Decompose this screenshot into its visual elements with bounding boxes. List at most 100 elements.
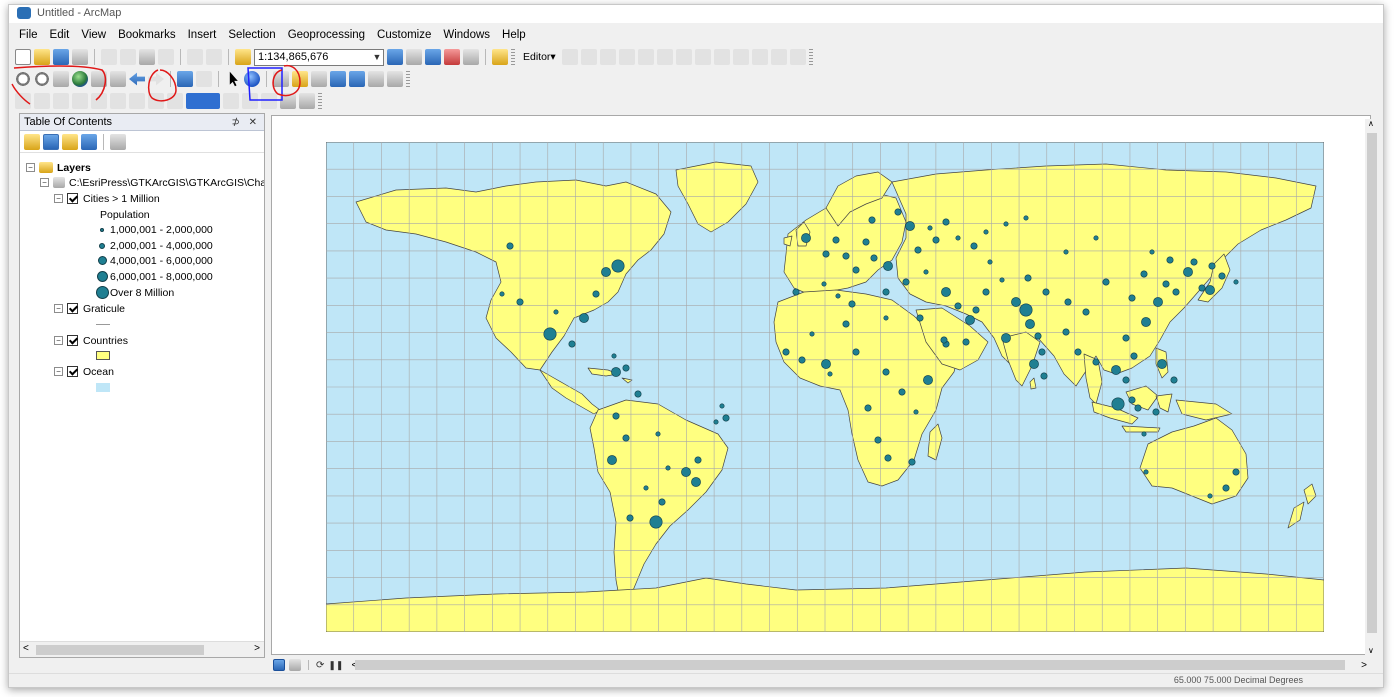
city-point[interactable]: [1162, 280, 1170, 288]
pan-hand-icon[interactable]: [53, 71, 69, 87]
city-point[interactable]: [916, 314, 924, 322]
city-point[interactable]: [1042, 288, 1050, 296]
edit-tool-icon[interactable]: [561, 49, 578, 65]
scroll-down-icon[interactable]: ∨: [1368, 646, 1374, 655]
city-point[interactable]: [870, 254, 878, 262]
edit-annotation-icon[interactable]: [580, 49, 597, 65]
city-point[interactable]: [1141, 317, 1151, 327]
find-route-icon[interactable]: [330, 71, 346, 87]
collapse-icon[interactable]: −: [54, 304, 63, 313]
attributes-icon[interactable]: [751, 49, 768, 65]
data-driven-pages-icon[interactable]: [242, 93, 258, 109]
city-point[interactable]: [1208, 262, 1216, 270]
fixed-zoom-in-icon[interactable]: [91, 71, 107, 87]
city-point[interactable]: [1222, 484, 1230, 492]
save-icon[interactable]: [53, 49, 69, 65]
city-point[interactable]: [970, 242, 978, 250]
layout-view-icon[interactable]: [289, 659, 301, 671]
city-point[interactable]: [923, 375, 933, 385]
zoom-100-icon[interactable]: [91, 93, 107, 109]
collapse-icon[interactable]: −: [54, 194, 63, 203]
city-point[interactable]: [864, 404, 872, 412]
city-point[interactable]: [1063, 249, 1069, 255]
menu-file[interactable]: File: [19, 28, 38, 42]
scroll-thumb[interactable]: [1367, 133, 1377, 633]
city-point[interactable]: [848, 300, 856, 308]
city-point[interactable]: [923, 269, 929, 275]
city-point[interactable]: [691, 477, 701, 487]
cut-icon[interactable]: [101, 49, 117, 65]
city-point[interactable]: [1122, 334, 1130, 342]
scroll-thumb[interactable]: [36, 645, 204, 655]
split-tool-icon[interactable]: [656, 49, 673, 65]
city-point[interactable]: [649, 515, 663, 529]
end-point-arc-icon[interactable]: [618, 49, 635, 65]
city-point[interactable]: [983, 229, 989, 235]
city-point[interactable]: [1064, 298, 1072, 306]
toc-row-layers[interactable]: − Layers: [26, 160, 91, 175]
city-point[interactable]: [568, 340, 576, 348]
arctoolbox-icon[interactable]: [444, 49, 460, 65]
city-point[interactable]: [1082, 308, 1090, 316]
city-point[interactable]: [1183, 267, 1193, 277]
city-point[interactable]: [1190, 258, 1198, 266]
toc-row-countries[interactable]: − Countries: [54, 333, 128, 348]
city-point[interactable]: [1128, 396, 1136, 404]
city-point[interactable]: [1172, 288, 1180, 296]
city-point[interactable]: [842, 252, 850, 260]
fixed-zoom-layout-icon[interactable]: [110, 93, 126, 109]
map-horizontal-scroll-thumb[interactable]: [355, 660, 1345, 670]
list-by-selection-icon[interactable]: [81, 133, 97, 150]
toc-row-ocean[interactable]: − Ocean: [54, 364, 114, 379]
city-point[interactable]: [1074, 348, 1082, 356]
city-point[interactable]: [579, 313, 589, 323]
html-popup-icon[interactable]: [273, 71, 289, 87]
city-point[interactable]: [1140, 270, 1148, 278]
city-point[interactable]: [499, 291, 505, 297]
city-point[interactable]: [1152, 408, 1160, 416]
city-point[interactable]: [884, 454, 892, 462]
city-point[interactable]: [1233, 279, 1239, 285]
refresh-view-icon[interactable]: ⟳: [316, 660, 324, 671]
toc-row-path[interactable]: − C:\EsriPress\GTKArcGIS\GTKArcGIS\Cha: [40, 175, 264, 190]
open-folder-icon[interactable]: [34, 49, 50, 65]
menu-geoprocessing[interactable]: Geoprocessing: [288, 28, 365, 42]
city-point[interactable]: [1024, 274, 1032, 282]
city-point[interactable]: [941, 287, 951, 297]
legend-class-row[interactable]: 1,000,001 - 2,000,000: [94, 222, 213, 237]
layer-visibility-checkbox[interactable]: [67, 303, 78, 314]
scroll-up-icon[interactable]: ∧: [1368, 119, 1374, 128]
chevron-down-icon[interactable]: ▼: [371, 52, 383, 62]
city-point[interactable]: [832, 236, 840, 244]
rotate-icon[interactable]: [732, 49, 749, 65]
open-time-slider-icon[interactable]: [368, 71, 384, 87]
toc-options-icon[interactable]: [110, 133, 126, 150]
page-extent-icon[interactable]: [129, 93, 145, 109]
toc-horizontal-scrollbar[interactable]: < >: [20, 641, 264, 657]
city-point[interactable]: [612, 412, 620, 420]
go-to-xy-icon[interactable]: [349, 71, 365, 87]
scroll-left-icon[interactable]: <: [23, 643, 29, 654]
world-map[interactable]: [326, 142, 1324, 632]
legend-class-row[interactable]: Over 8 Million: [94, 285, 174, 300]
scroll-right-icon[interactable]: >: [254, 643, 260, 654]
city-point[interactable]: [1218, 272, 1226, 280]
city-point[interactable]: [999, 277, 1005, 283]
city-point[interactable]: [822, 250, 830, 258]
city-point[interactable]: [607, 455, 617, 465]
city-point[interactable]: [601, 267, 611, 277]
layout-zoom-in-icon[interactable]: [15, 93, 31, 109]
create-viewer-window-icon[interactable]: [387, 71, 403, 87]
city-point[interactable]: [1122, 376, 1130, 384]
city-point[interactable]: [655, 431, 661, 437]
menu-customize[interactable]: Customize: [377, 28, 431, 42]
city-point[interactable]: [809, 331, 815, 337]
city-point[interactable]: [914, 246, 922, 254]
trace-icon[interactable]: [637, 49, 654, 65]
layer-visibility-checkbox[interactable]: [67, 366, 78, 377]
countries-symbol-row[interactable]: [96, 348, 110, 363]
city-point[interactable]: [1102, 278, 1110, 286]
toolbar-grip[interactable]: [318, 93, 322, 109]
select-elements-arrow-icon[interactable]: [229, 71, 238, 87]
city-point[interactable]: [954, 302, 962, 310]
